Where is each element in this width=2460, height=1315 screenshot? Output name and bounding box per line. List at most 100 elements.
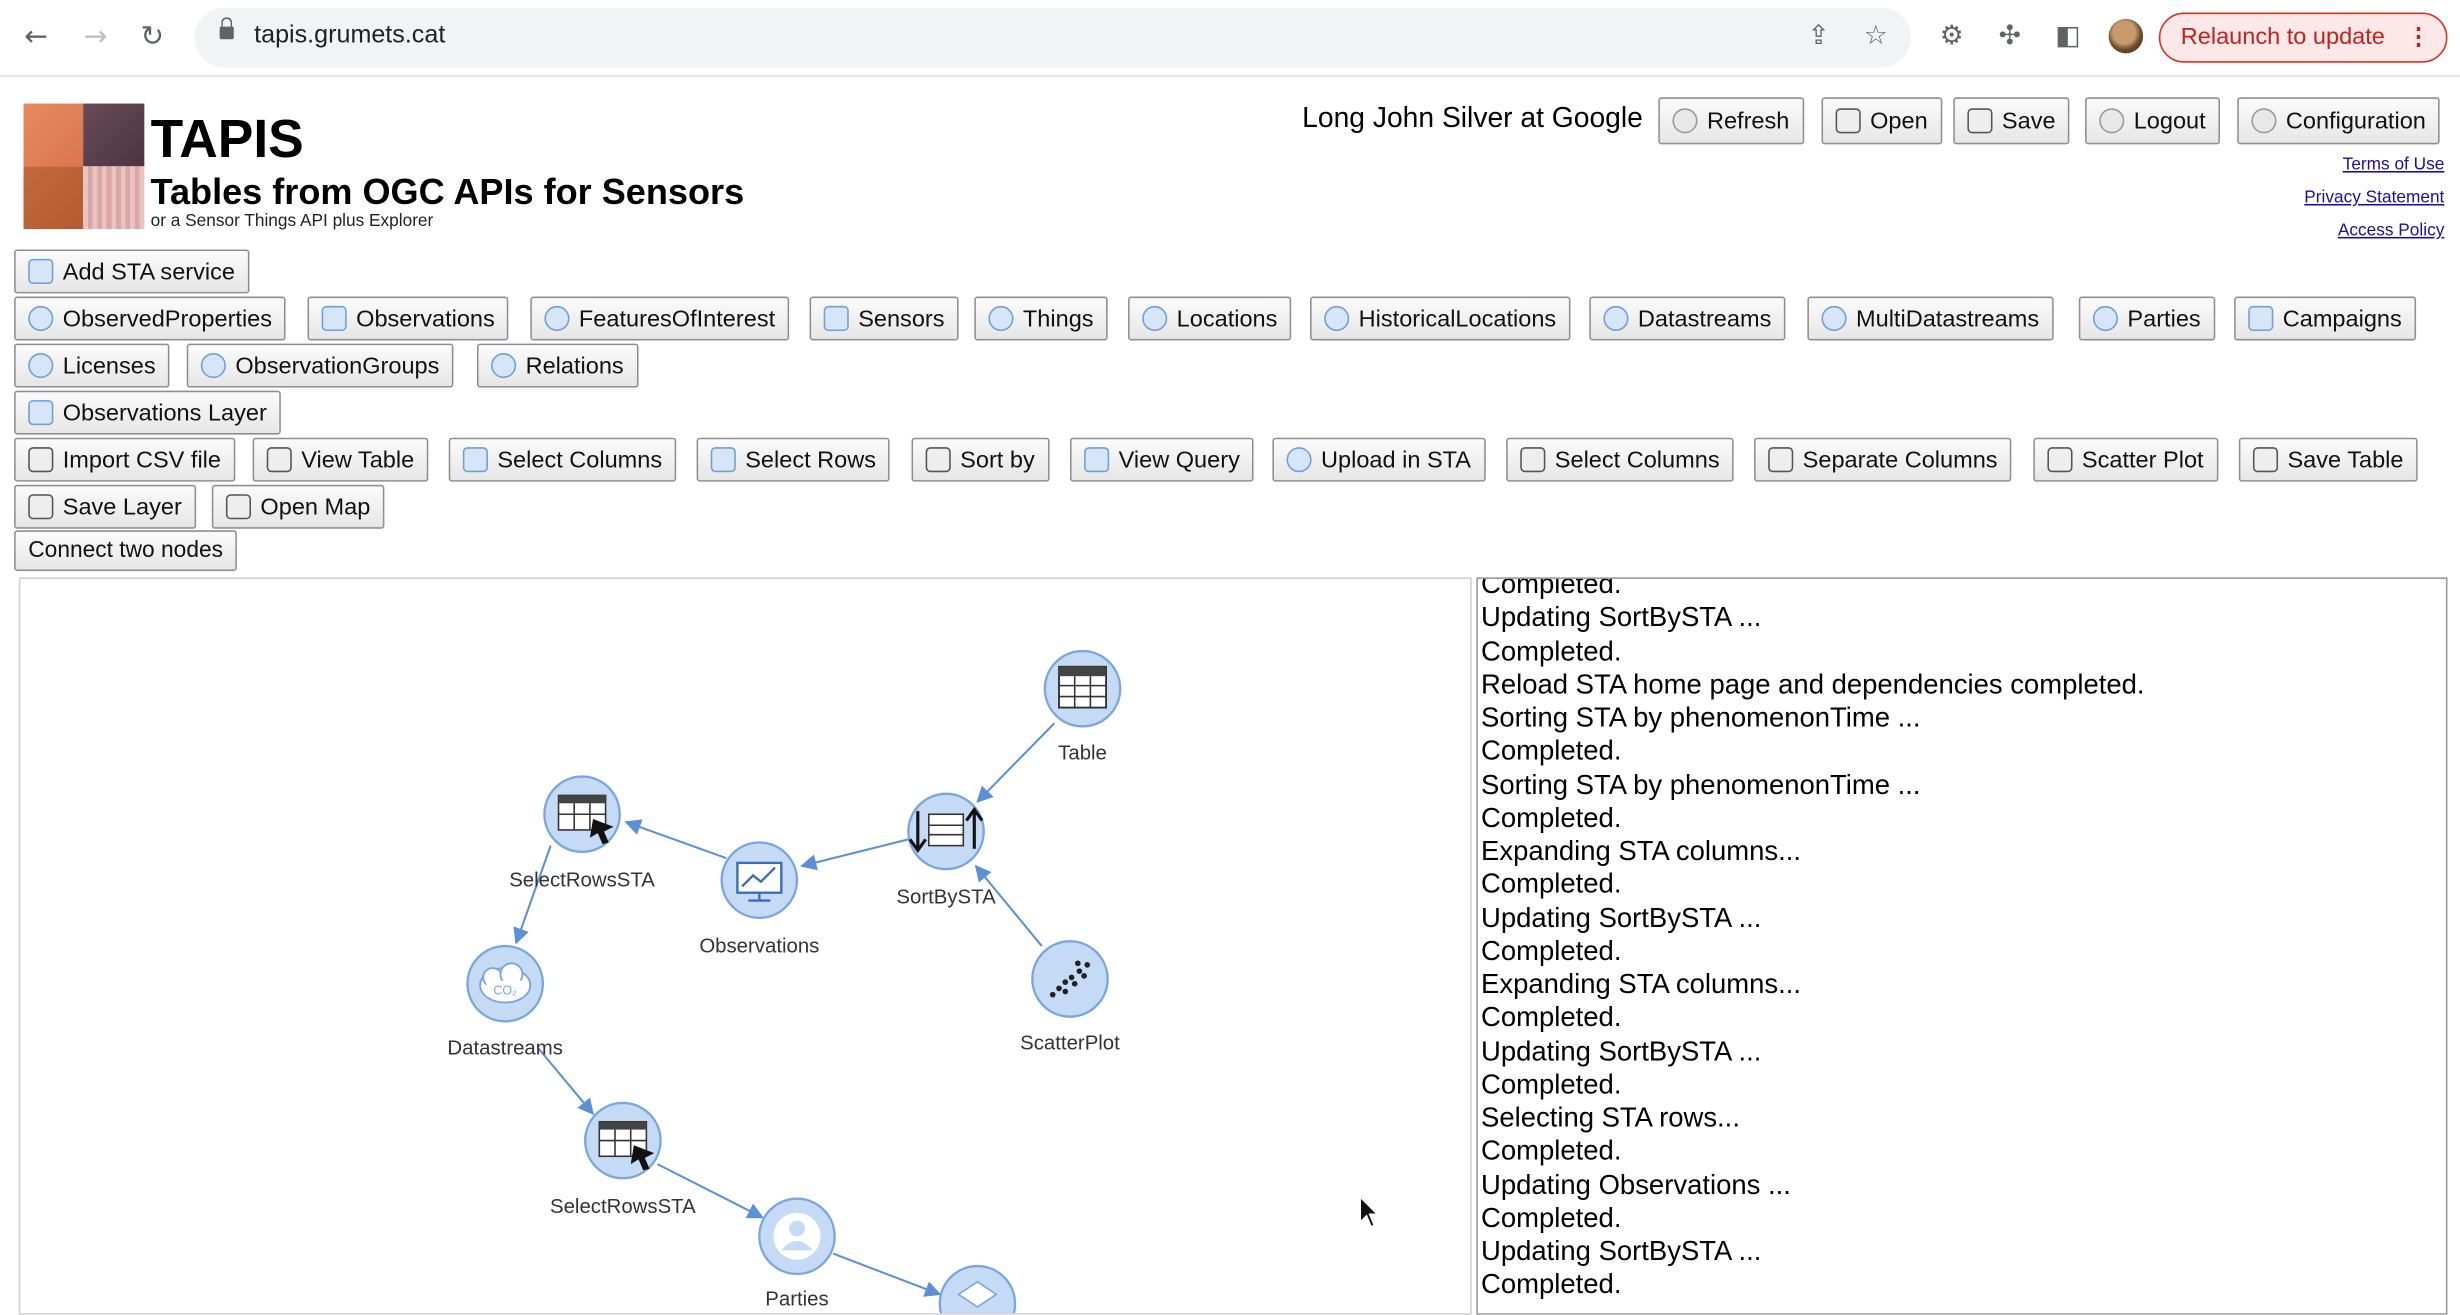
sensors-button[interactable]: Sensors [809, 296, 959, 341]
historical-locations-button[interactable]: HistoricalLocations [1310, 296, 1571, 341]
svg-text:CO₂: CO₂ [493, 984, 517, 998]
campaigns-button[interactable]: Campaigns [2234, 296, 2416, 341]
table-icon [266, 447, 292, 473]
folder-icon [1835, 108, 1861, 134]
select-columns-2-button[interactable]: Select Columns [1506, 437, 1734, 482]
configuration-button[interactable]: Configuration [2237, 97, 2441, 145]
monitor-chart-icon [321, 305, 347, 332]
app-subtitle: Tables from OGC APIs for Sensors [150, 171, 745, 212]
parties-button[interactable]: Parties [2078, 296, 2215, 341]
graph-node-label: ScatterPlot [1020, 1033, 1120, 1055]
graph-node-table[interactable]: Table [1043, 649, 1122, 764]
log-line: Sorting STA by phenomenonTime ... [1481, 767, 1921, 800]
edge-selectrows-datastreams [513, 845, 552, 945]
add-sta-service-button[interactable]: Add STA service [14, 249, 250, 294]
connect-nodes-button[interactable]: Connect two nodes [14, 530, 238, 572]
scatter-plot-button[interactable]: Scatter Plot [2033, 437, 2218, 482]
graph-node-selectrows-1[interactable]: SelectRowsSTA [509, 775, 655, 892]
relaunch-button[interactable]: Relaunch to update ⋮ [2158, 12, 2448, 63]
save-layer-button[interactable]: Save Layer [14, 484, 196, 529]
address-bar[interactable]: tapis.grumets.cat ⇪ ☆ [194, 7, 1911, 68]
user-name: Long John Silver at Google [1302, 101, 1643, 134]
log-line: Completed. [1481, 577, 1622, 600]
puzzle-icon[interactable]: ✣ [1993, 19, 2028, 54]
star-icon[interactable]: ☆ [1864, 20, 1888, 51]
group-cloud-icon [200, 353, 226, 379]
gear-icon [2251, 108, 2277, 134]
relations-button[interactable]: Relations [476, 343, 638, 388]
log-line: Completed. [1481, 867, 1622, 900]
log-line: Completed. [1481, 1268, 1622, 1300]
logout-button[interactable]: Logout [2085, 97, 2220, 145]
back-icon[interactable]: ← [17, 19, 55, 57]
sort-by-button[interactable]: Sort by [911, 437, 1049, 482]
graph-node-selectrows-2[interactable]: SelectRowsSTA [550, 1101, 696, 1218]
access-policy-link[interactable]: Access Policy [2338, 221, 2444, 240]
graph-node-label: SelectRowsSTA [509, 869, 655, 891]
graph-node-observations[interactable]: Observations [699, 841, 819, 957]
log-line: Completed. [1481, 1001, 1622, 1033]
log-line: Sorting STA by phenomenonTime ... [1481, 701, 1921, 733]
graph-node-datastreams[interactable]: CO₂ Datastreams [447, 944, 563, 1059]
side-panel-icon[interactable]: ◧ [2051, 19, 2086, 54]
datastreams-button[interactable]: Datastreams [1589, 296, 1786, 341]
browser-toolbar: ← → ↻ tapis.grumets.cat ⇪ ☆ ⚙ ✣ ◧ Relaun… [0, 0, 2460, 77]
extension-gear-icon[interactable]: ⚙ [1934, 19, 1969, 54]
reload-icon[interactable]: ↻ [133, 19, 171, 57]
log-line: Completed. [1481, 634, 1622, 666]
map-pin-icon [544, 305, 570, 332]
separate-columns-button[interactable]: Separate Columns [1754, 437, 2012, 482]
user-icon [2099, 108, 2125, 134]
graph-node-label: Parties [765, 1288, 828, 1310]
privacy-link[interactable]: Privacy Statement [2304, 188, 2444, 207]
share-icon[interactable]: ⇪ [1807, 20, 1829, 51]
edge-table-sortby [976, 722, 1056, 803]
view-table-button[interactable]: View Table [252, 437, 429, 482]
graph-node-parties[interactable]: Parties [758, 1197, 836, 1311]
open-map-button[interactable]: Open Map [211, 484, 385, 529]
log-line: Expanding STA columns... [1481, 968, 1802, 1000]
observations-layer-button[interactable]: Observations Layer [14, 390, 281, 435]
locations-button[interactable]: Locations [1128, 296, 1292, 341]
graph-node-sortby[interactable]: SortBySTA [896, 792, 996, 909]
layer-chart-icon [28, 400, 54, 426]
datastream-cloud-icon [1603, 305, 1629, 332]
things-button[interactable]: Things [974, 296, 1108, 341]
import-csv-button[interactable]: Import CSV file [14, 437, 236, 482]
csv-file-icon [28, 447, 54, 473]
edge-sortby-observations [800, 838, 909, 871]
more-menu-icon[interactable]: ⋮ [2407, 14, 2431, 61]
graph-node-partial[interactable] [938, 1264, 1017, 1315]
tapis-logo [23, 103, 145, 230]
log-panel[interactable]: Completed. Updating SortBySTA ... Complete… [1476, 577, 2448, 1315]
select-columns-button[interactable]: Select Columns [448, 437, 677, 482]
node-graph-panel[interactable]: Table SortBySTA Observations SelectRowsS… [18, 577, 1472, 1315]
refresh-button[interactable]: Refresh [1658, 97, 1804, 145]
upload-sta-button[interactable]: Upload in STA [1272, 437, 1486, 482]
location-icon [1142, 305, 1168, 332]
floppy-icon [1967, 108, 1993, 134]
licenses-button[interactable]: Licenses [14, 343, 170, 388]
open-button[interactable]: Open [1821, 97, 1942, 145]
observation-groups-button[interactable]: ObservationGroups [186, 343, 454, 388]
history-pin-icon [1324, 305, 1350, 332]
graph-node-label: Observations [699, 935, 819, 957]
query-cube-icon [1084, 447, 1110, 473]
select-rows-button[interactable]: Select Rows [696, 437, 891, 482]
save-button[interactable]: Save [1953, 97, 2070, 145]
save-table-button[interactable]: Save Table [2238, 437, 2418, 482]
view-query-button[interactable]: View Query [1069, 437, 1254, 482]
node-graph: Table SortBySTA Observations SelectRowsS… [447, 649, 1122, 1315]
multidatastreams-button[interactable]: MultiDatastreams [1807, 296, 2054, 341]
relations-icon [491, 353, 517, 379]
terms-link[interactable]: Terms of Use [2343, 155, 2445, 174]
megaphone-icon [2248, 305, 2274, 332]
observations-button[interactable]: Observations [307, 296, 509, 341]
separate-columns-icon [1768, 447, 1794, 473]
antenna-icon [823, 305, 849, 332]
observed-properties-button[interactable]: ObservedProperties [14, 296, 287, 341]
forward-icon[interactable]: → [77, 19, 115, 57]
graph-node-scatterplot[interactable]: ScatterPlot [1020, 940, 1120, 1055]
profile-avatar[interactable] [2108, 18, 2144, 54]
features-of-interest-button[interactable]: FeaturesOfInterest [530, 296, 790, 341]
